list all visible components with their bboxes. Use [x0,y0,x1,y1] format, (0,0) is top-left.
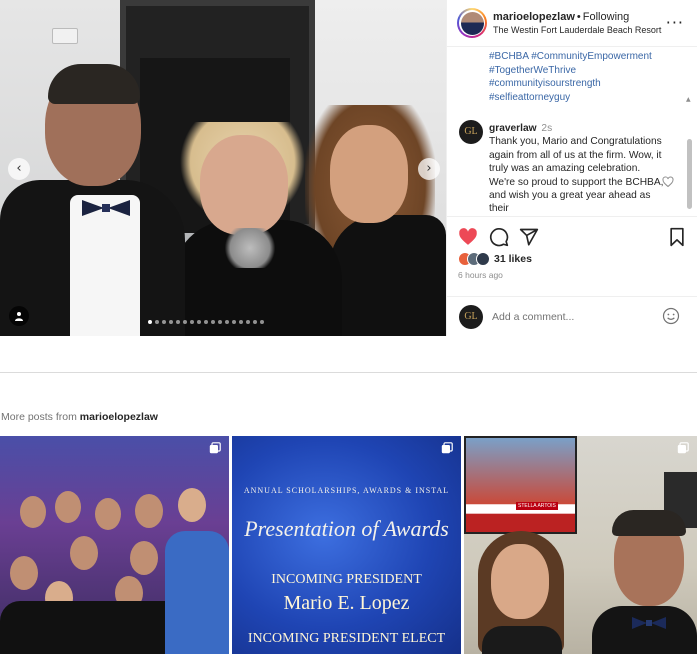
likes-count[interactable]: 31 likes [494,253,532,265]
award-line-3: INCOMING PRESIDENT [271,572,422,587]
scroll-up-arrow[interactable]: ▲ [686,96,691,103]
multi-photo-icon [441,442,453,454]
carousel-indicator [148,320,264,324]
header-separator: • [576,11,581,23]
carousel-dot [183,320,187,324]
comment-like-icon[interactable] [662,176,674,188]
carousel-dot [169,320,173,324]
chevron-left-icon[interactable]: ‹ [8,158,30,180]
carousel-dot [162,320,166,324]
award-line-5: INCOMING PRESIDENT ELECT [247,631,446,646]
hashtag-link[interactable]: #BCHBA #CommunityEmpowerment [489,50,689,64]
crowd-person [70,536,98,570]
user-tag-icon[interactable] [9,306,29,326]
award-line-2: Presentation of Awards [244,516,449,541]
photo-tv-screen [464,436,577,534]
avatar[interactable] [457,8,487,38]
add-comment-bar: GL [447,296,697,336]
multi-photo-icon [209,442,221,454]
current-user-avatar: GL [459,304,483,329]
photo-person-3-face [330,125,408,223]
bow-tie-icon [632,617,666,629]
crowd-person [178,488,206,522]
section-divider [0,372,697,373]
more-post-thumb-1[interactable] [0,436,229,654]
post-media-carousel[interactable]: ‹ › [0,0,446,336]
comment-username[interactable]: graverlaw [489,123,537,134]
carousel-dot [204,320,208,324]
more-options-icon[interactable]: ··· [666,15,684,31]
more-posts-username[interactable]: marioelopezlaw [80,411,158,423]
crowd-person [135,494,163,528]
more-post-thumb-2[interactable]: ANNUAL SCHOLARSHIPS, AWARDS & INSTAL Pre… [232,436,461,654]
chevron-right-icon[interactable]: › [418,158,440,180]
comment-text: Thank you, Mario and Congratulations aga… [489,136,664,215]
liker-avatar [476,252,490,266]
carousel-dot [253,320,257,324]
photo-wall-fixture [52,28,78,44]
multi-photo-icon [677,442,689,454]
post-timestamp[interactable]: 6 hours ago [458,270,503,280]
crowd-person-dress [165,531,229,654]
carousel-dot [239,320,243,324]
carousel-dot [246,320,250,324]
photo-man [592,606,697,654]
avatar-image [460,11,484,35]
comment-time: 2s [541,123,553,134]
carousel-dot [218,320,222,324]
bow-tie-icon [82,200,130,216]
more-posts-grid: ANNUAL SCHOLARSHIPS, AWARDS & INSTAL Pre… [0,436,697,654]
carousel-dot [197,320,201,324]
following-button[interactable]: Following [583,11,629,23]
photo-person-2-necklace [220,228,280,268]
crowd-person [95,498,121,530]
carousel-dot [211,320,215,324]
award-line-1: ANNUAL SCHOLARSHIPS, AWARDS & INSTAL [243,486,450,495]
hashtag-link[interactable]: #TogetherWeThrive [489,64,689,78]
tv-banner-text: STELLA ARTOIS [516,502,558,510]
share-icon[interactable] [519,227,539,247]
comments-section[interactable]: #BCHBA #CommunityEmpowerment #TogetherWeT… [447,47,697,215]
comment: graverlaw 2s Thank you, Mario and Congra… [489,122,664,215]
crowd-person [55,491,81,523]
carousel-dot [155,320,159,324]
carousel-dot [232,320,236,324]
photo-person-2-face [200,135,288,235]
carousel-dot [176,320,180,324]
photo-man-hair [612,510,686,536]
comments-scrollbar[interactable] [687,139,692,209]
comment-icon[interactable] [489,227,509,247]
crowd-person [20,496,46,528]
caption-hashtags: #BCHBA #CommunityEmpowerment #TogetherWeT… [489,50,689,104]
more-post-thumb-3[interactable]: STELLA ARTOIS [464,436,697,654]
award-line-4: Mario E. Lopez [283,592,410,614]
post-side-panel: marioelopezlaw • Following The Westin Fort… [446,0,697,336]
photo-woman-face [491,544,549,619]
carousel-dot [225,320,229,324]
emoji-icon[interactable] [662,307,680,325]
carousel-dot [260,320,264,324]
crowd-person [10,556,38,590]
bookmark-icon[interactable] [667,227,687,247]
hashtag-link[interactable]: #selfieattorneyguy [489,91,689,105]
heart-icon[interactable] [458,227,478,247]
comment-input[interactable] [492,310,652,323]
more-posts-heading: More posts from marioelopezlaw [1,411,158,423]
photo-person-3 [330,215,446,336]
hashtag-link[interactable]: #communityisourstrength [489,77,689,91]
photo-person-1-hair [48,64,140,104]
crowd-person [130,541,158,575]
more-posts-prefix: More posts from [1,411,77,423]
post-header: marioelopezlaw • Following The Westin Fort… [447,0,697,47]
photo-woman [482,626,562,654]
post-location[interactable]: The Westin Fort Lauderdale Beach Resort [493,24,661,36]
carousel-dot [148,320,152,324]
post-username[interactable]: marioelopezlaw [493,11,575,23]
likes-row[interactable]: 31 likes [458,252,532,266]
post-card: ‹ › marioelopezlaw • Following The Westin … [0,0,697,336]
comment-avatar[interactable]: GL [459,120,483,144]
carousel-dot [190,320,194,324]
post-actions: 31 likes 6 hours ago [447,216,697,296]
